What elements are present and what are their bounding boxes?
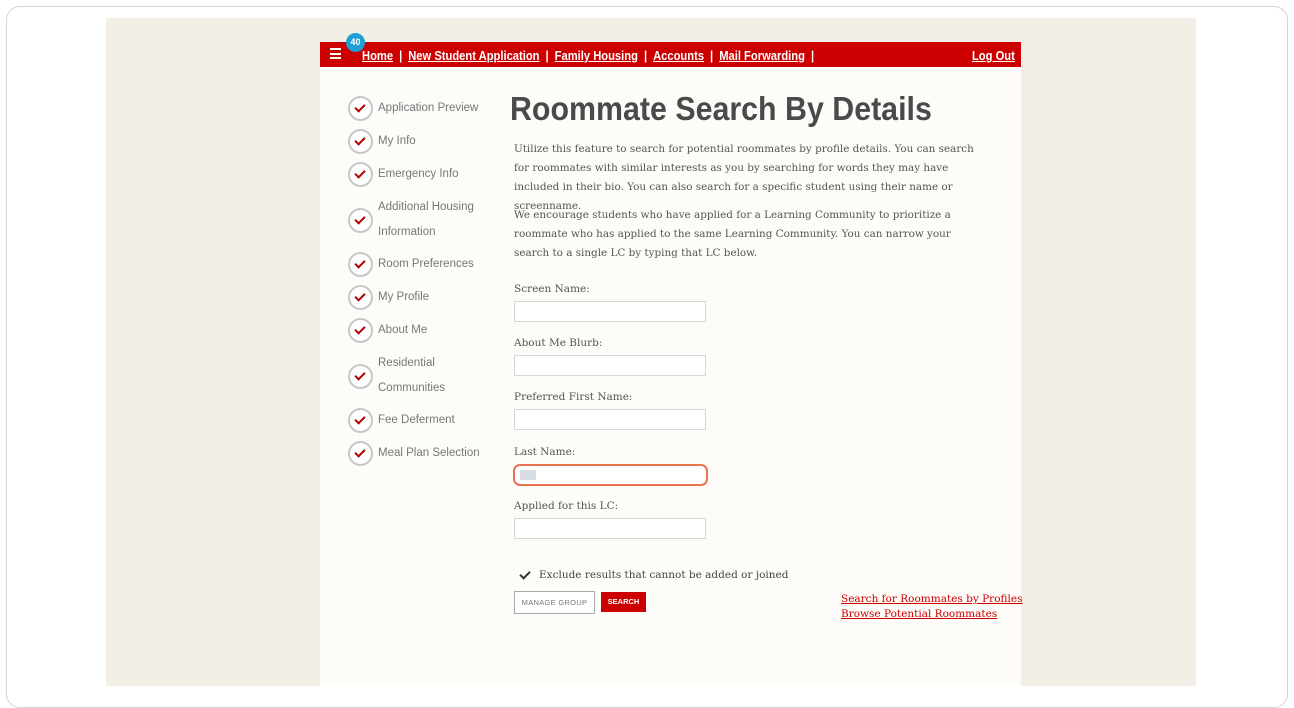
lc-input[interactable] [514,518,706,539]
manage-group-button[interactable]: MANAGE GROUP [514,591,595,614]
nav-link-accounts[interactable]: Accounts [653,48,704,63]
intro-paragraph: Utilize this feature to search for poten… [514,143,974,212]
step-meal-plan-selection[interactable]: Meal Plan Selection [348,441,488,466]
step-fee-deferment[interactable]: Fee Deferment [348,408,488,433]
search-by-profiles-link[interactable]: Search for Roommates by Profiles [841,593,1022,605]
about-me-label: About Me Blurb: [514,337,603,349]
last-name-label: Last Name: [514,446,576,458]
checkmark-icon [348,441,373,466]
nav-link-mail-forwarding[interactable]: Mail Forwarding [719,48,805,63]
nav-separator: | [710,48,714,63]
nav-separator: | [643,48,648,63]
step-my-profile[interactable]: My Profile [348,285,488,310]
step-my-info[interactable]: My Info [348,129,488,154]
step-application-preview[interactable]: Application Preview [348,96,488,121]
step-room-preferences[interactable]: Room Preferences [348,252,488,277]
logout-link[interactable]: Log Out [972,48,1015,63]
content-page: 40 Home | New Student Application | Family H… [320,33,1022,686]
nav-separator: | [399,48,403,63]
nav-separator: | [810,48,815,63]
exclude-option[interactable]: Exclude results that cannot be added or … [519,569,788,581]
hamburger-menu-icon[interactable] [330,48,341,59]
nav-link-home[interactable]: Home [362,48,393,63]
checkmark-icon [348,96,373,121]
step-additional-housing-information[interactable]: Additional Housing Information [348,195,488,245]
checkmark-icon [348,252,373,277]
lc-label: Applied for this LC: [514,500,619,512]
nav-links: Home | New Student Application | Family Hous… [362,48,820,63]
browse-roommates-link[interactable]: Browse Potential Roommates [841,608,997,620]
first-name-label: Preferred First Name: [514,391,633,403]
checkmark-icon [348,162,373,187]
screen-name-input[interactable] [514,301,706,322]
step-residential-communities[interactable]: Residential Communities [348,351,488,401]
page-title: Roommate Search By Details [510,90,932,127]
nav-separator: | [545,48,549,63]
first-name-input[interactable] [514,409,706,430]
checkmark-icon [348,408,373,433]
exclude-label: Exclude results that cannot be added or … [539,569,789,581]
progress-steps: Application Preview My Info Emergency In… [348,96,488,474]
lc-paragraph: We encourage students who have applied f… [514,209,951,259]
exclude-checkbox[interactable] [519,570,529,580]
checkmark-icon [348,129,373,154]
checkmark-icon [348,318,373,343]
about-me-input[interactable] [514,355,706,376]
text-cursor [520,470,536,480]
checkmark-icon [348,207,373,233]
checkmark-icon [348,285,373,310]
step-emergency-info[interactable]: Emergency Info [348,162,488,187]
nav-link-family-housing[interactable]: Family Housing [555,48,638,63]
last-name-input[interactable] [513,464,708,486]
step-about-me[interactable]: About Me [348,318,488,343]
screen-name-label: Screen Name: [514,283,590,295]
checkmark-icon [348,363,373,389]
nav-link-new-student-application[interactable]: New Student Application [408,48,539,63]
search-button[interactable]: SEARCH [601,592,646,612]
top-navbar: 40 Home | New Student Application | Family H… [320,33,1021,67]
